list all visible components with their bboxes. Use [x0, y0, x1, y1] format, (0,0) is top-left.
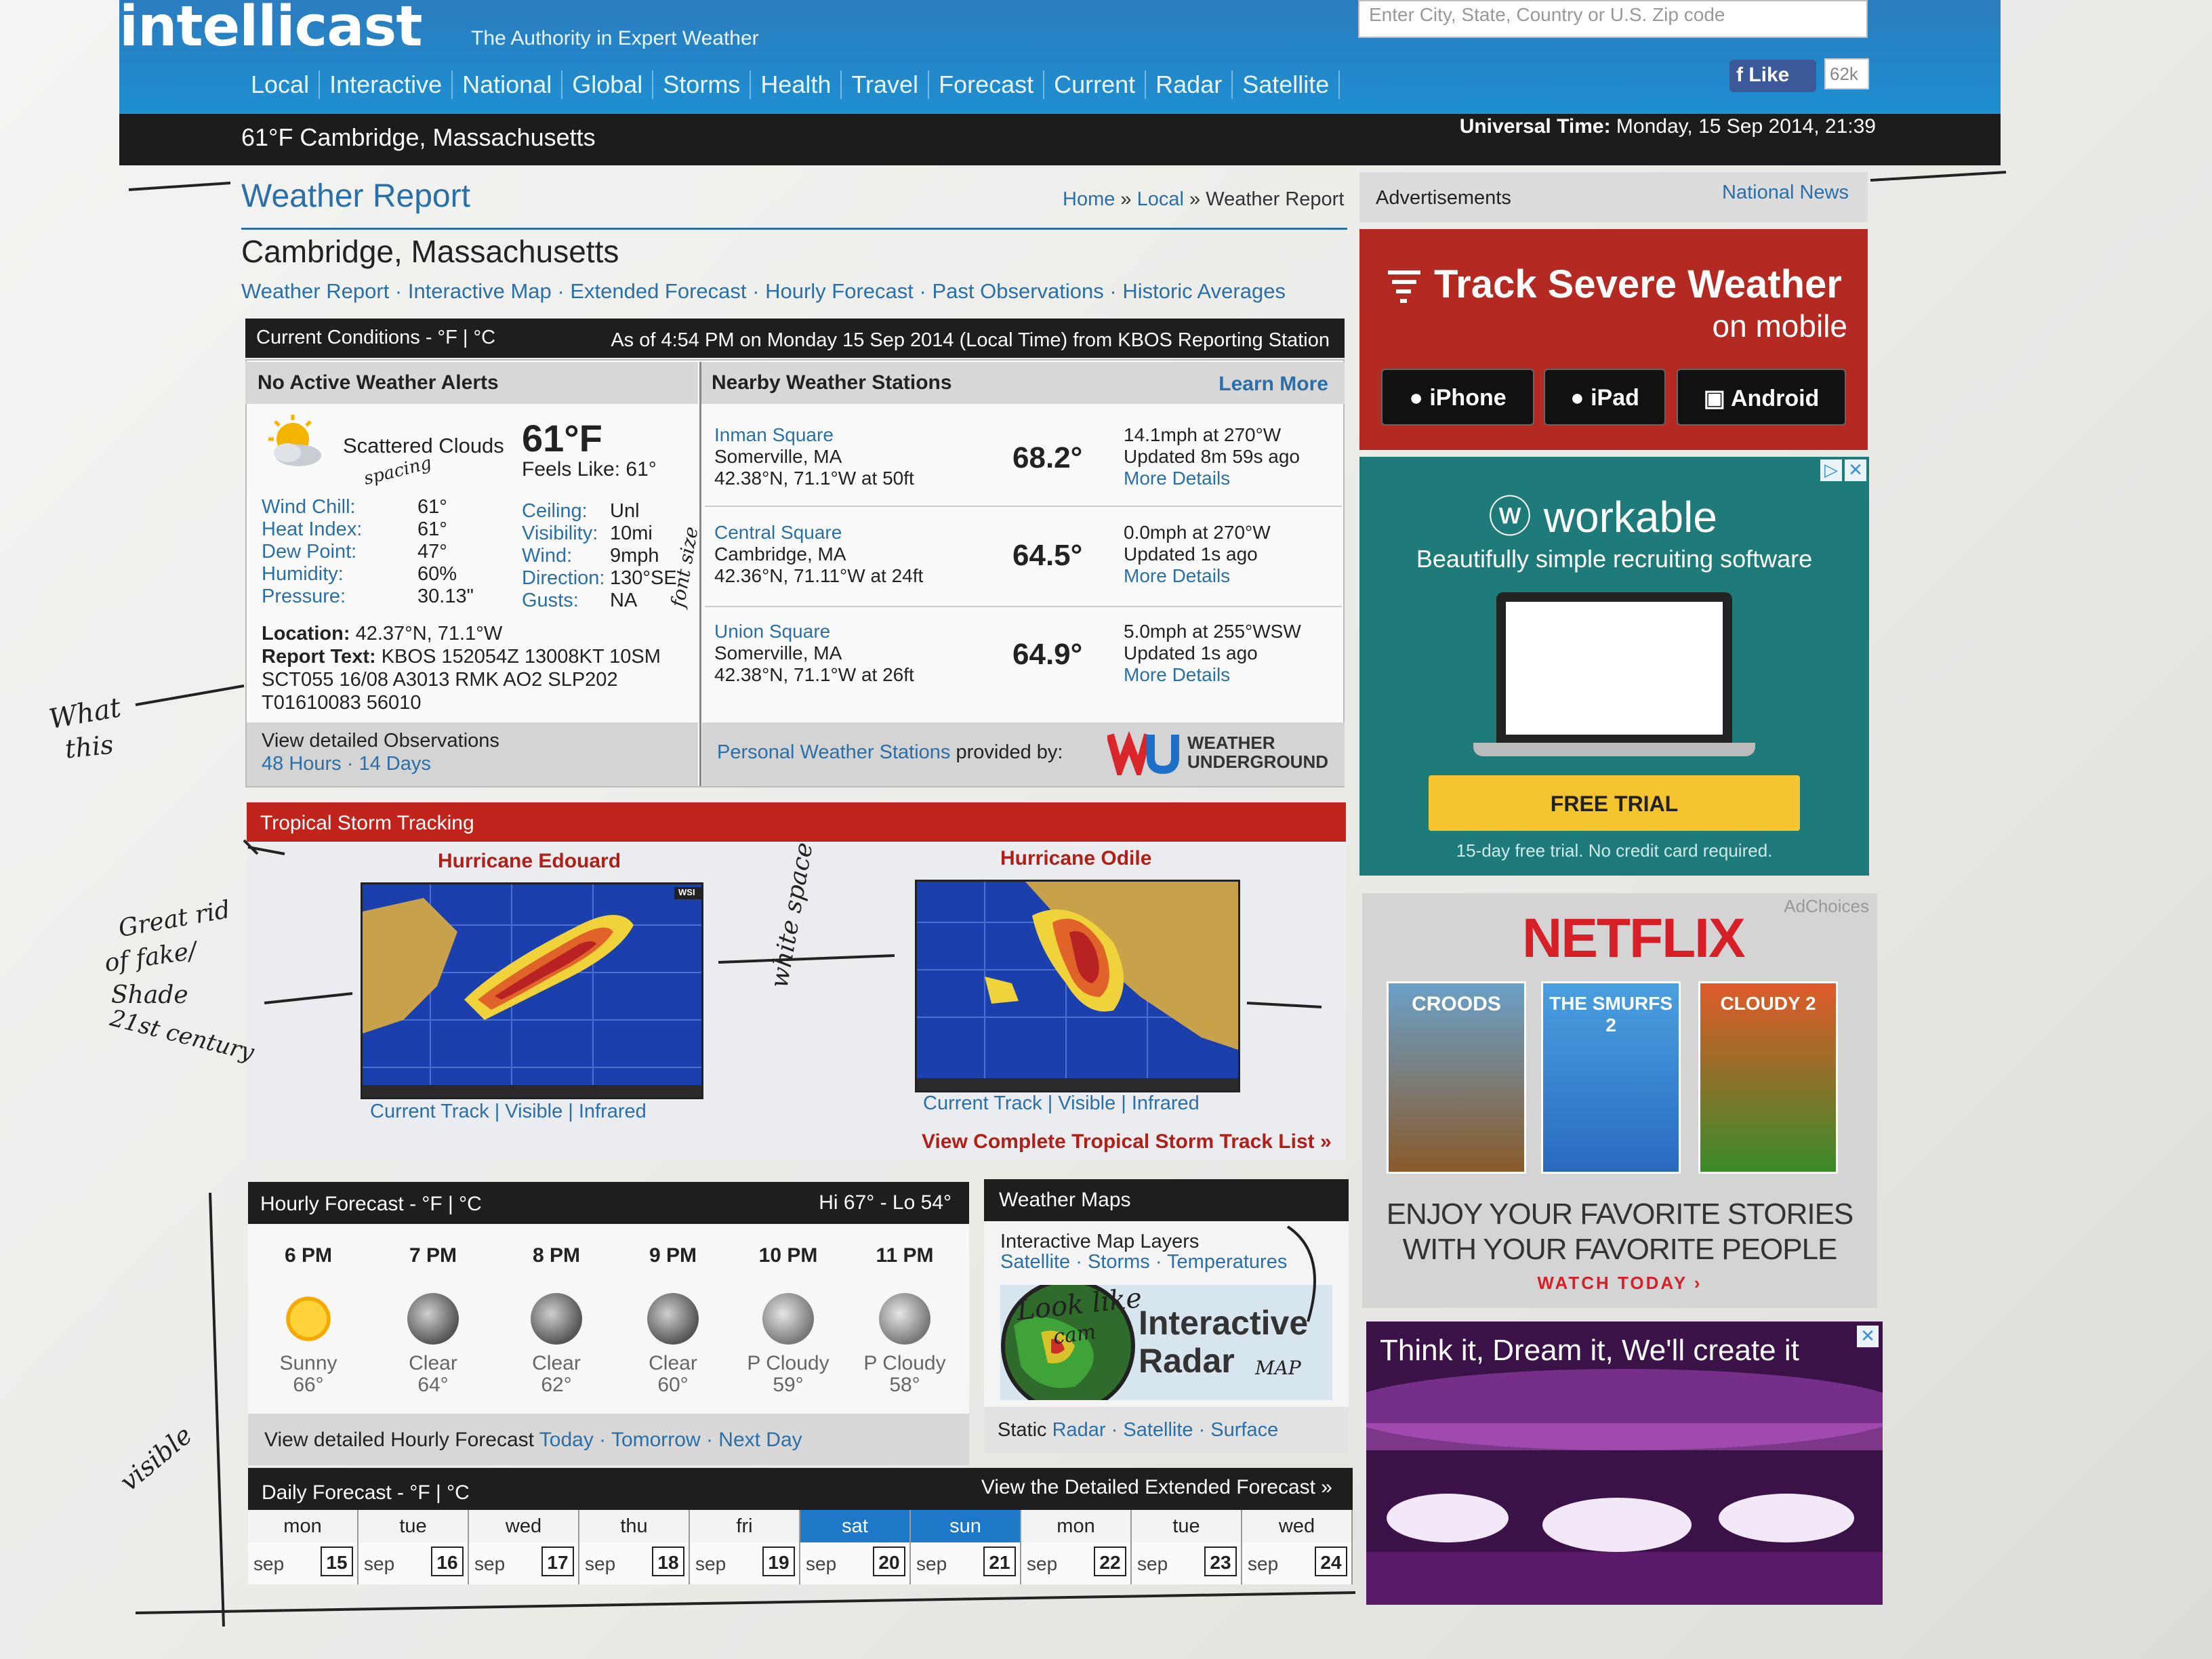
- annotation-strokes: [128, 171, 2007, 1627]
- pen-stroke: [1246, 1002, 1322, 1008]
- pen-stroke: [264, 992, 353, 1004]
- pen-stroke: [209, 1192, 225, 1627]
- pen-stroke: [1870, 171, 2007, 182]
- pen-stroke: [718, 954, 895, 964]
- pen-stroke: [135, 1591, 1356, 1614]
- pen-stroke: [243, 839, 285, 855]
- pen-stroke: [135, 684, 245, 706]
- pen-stroke: [1286, 1225, 1316, 1322]
- pen-stroke: [128, 182, 231, 191]
